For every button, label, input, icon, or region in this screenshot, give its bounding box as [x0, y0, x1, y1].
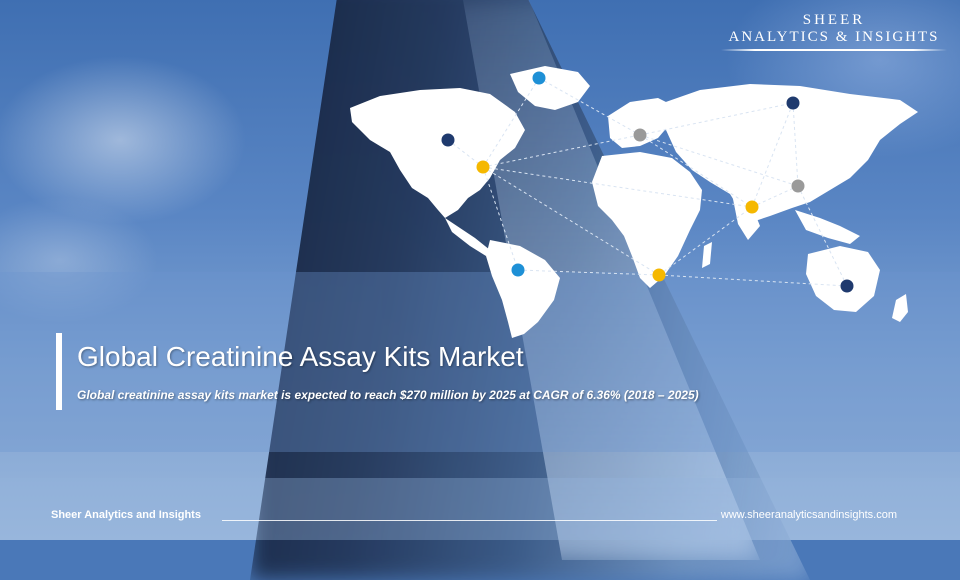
marker-greenland — [532, 71, 546, 85]
southeast-asia-shape — [795, 210, 860, 244]
north-america-shape — [350, 88, 525, 218]
south-america-shape — [486, 240, 560, 338]
title-accent-bar — [56, 333, 62, 410]
marker-china — [791, 179, 805, 193]
marker-usa — [476, 160, 490, 174]
brand-logo-underline — [721, 49, 947, 51]
marker-europe — [633, 128, 647, 142]
greenland-shape — [510, 66, 590, 110]
marker-india — [745, 200, 759, 214]
marker-australia — [840, 279, 854, 293]
footer-company-name: Sheer Analytics and Insights — [51, 509, 201, 521]
marker-south-america — [511, 263, 525, 277]
footer-divider — [222, 520, 717, 521]
continents — [350, 66, 918, 338]
footer-website-link[interactable]: www.sheeranalyticsandinsights.com — [721, 509, 897, 521]
marker-canada — [441, 133, 455, 147]
australia-shape — [806, 246, 880, 312]
brand-logo-line1: SHEER — [802, 12, 866, 28]
slide-subtitle: Global creatinine assay kits market is e… — [77, 388, 699, 402]
new-zealand-shape — [892, 294, 908, 322]
slide-title: Global Creatinine Assay Kits Market — [77, 341, 524, 372]
brand-logo: SHEER ANALYTICS & INSIGHTS — [720, 12, 948, 51]
marker-russia — [786, 96, 800, 110]
central-america-shape — [445, 218, 490, 256]
madagascar-shape — [702, 242, 712, 268]
marker-south-africa — [652, 268, 666, 282]
brand-logo-line2: ANALYTICS & INSIGHTS — [728, 29, 940, 45]
world-map — [350, 66, 918, 338]
